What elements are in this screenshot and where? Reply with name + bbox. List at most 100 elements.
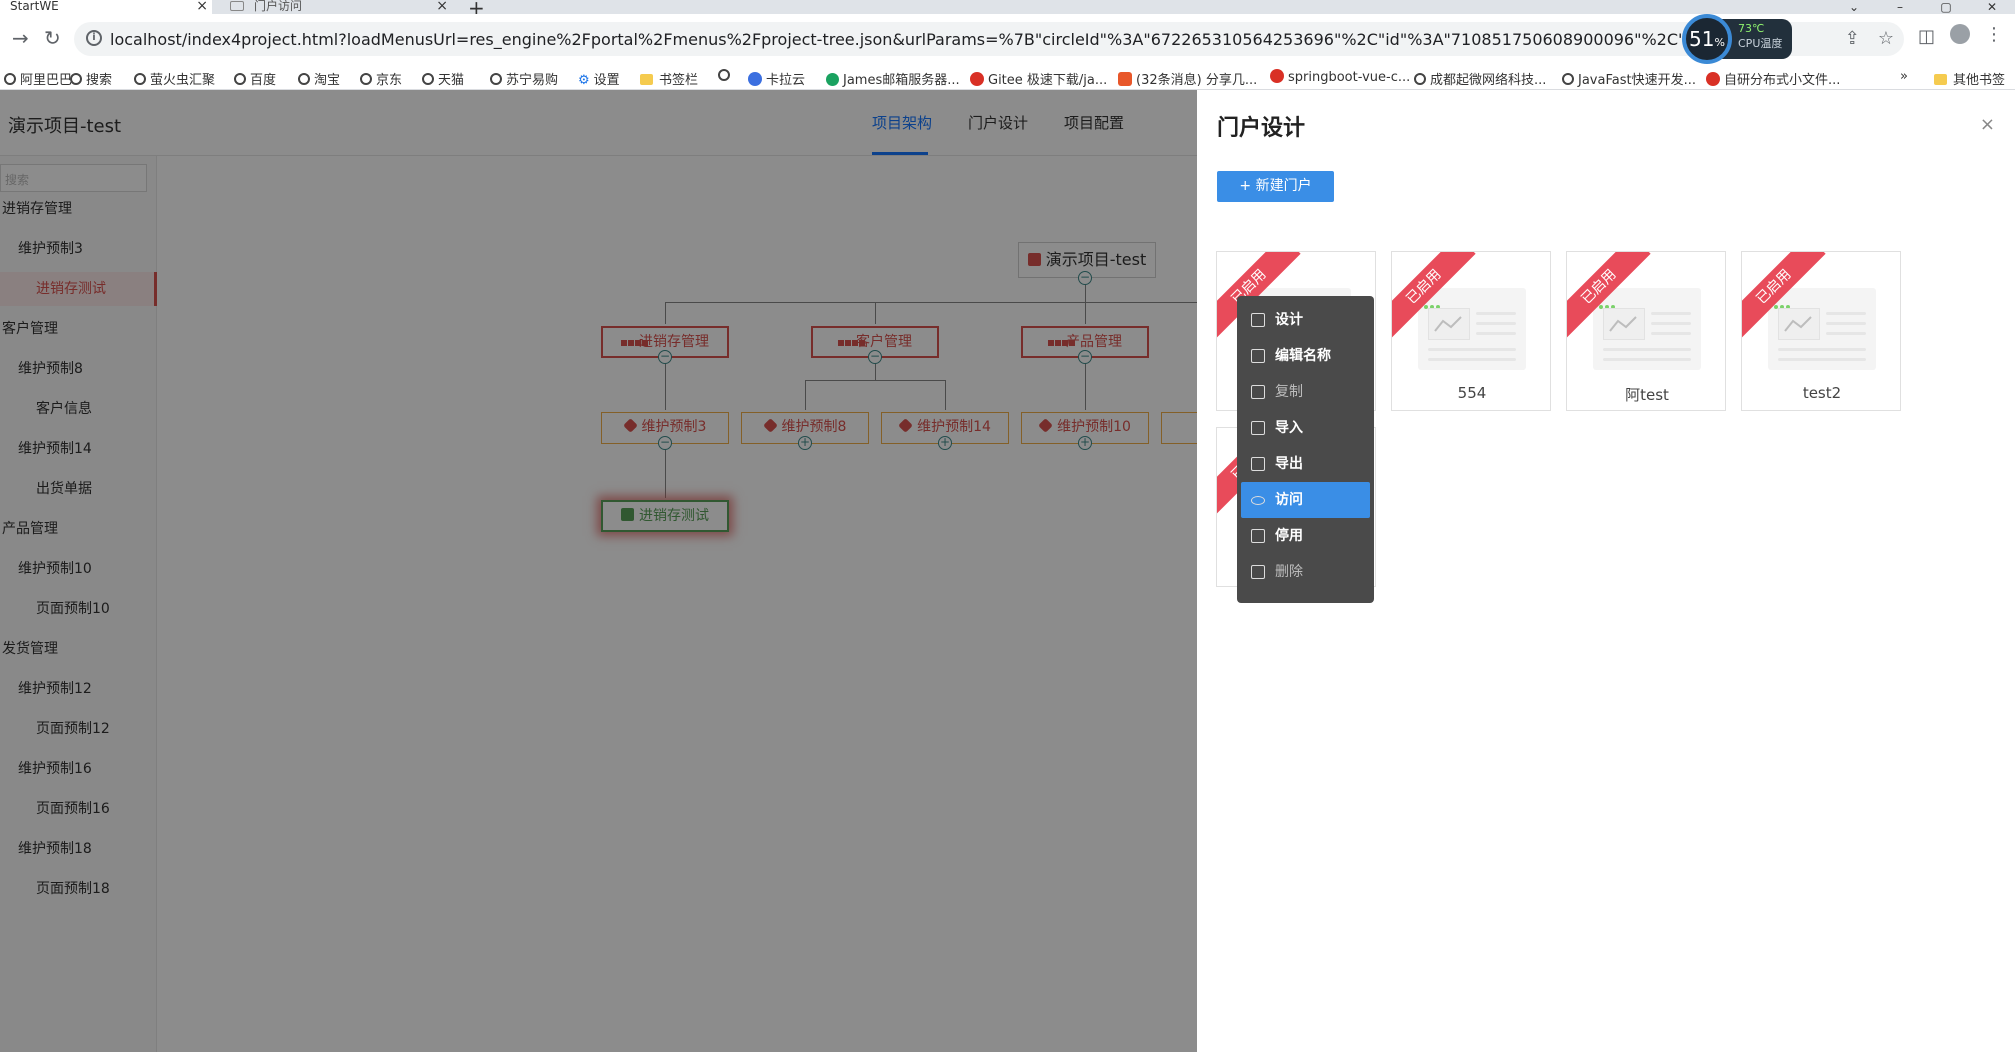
bookmark-item[interactable]: James邮箱服务器... [826, 69, 960, 88]
green-logo-icon [826, 73, 839, 86]
bookmark-item[interactable]: 卡拉云 [748, 69, 805, 88]
bookmark-item[interactable]: 京东 [360, 69, 402, 88]
import-icon [1251, 421, 1265, 435]
address-bar-actions: ⇪ ☆ [1827, 28, 1894, 49]
context-menu-item[interactable]: 编辑名称 [1241, 338, 1370, 374]
globe-icon [134, 73, 146, 85]
context-menu-label: 复制 [1275, 384, 1303, 400]
bookmark-item[interactable]: (32条消息) 分享几... [1118, 69, 1257, 88]
bookmark-item[interactable]: 百度 [234, 69, 276, 88]
minimize-icon[interactable]: ⌄ [1831, 0, 1877, 14]
bookmark-label: 百度 [250, 73, 277, 88]
globe-icon [234, 73, 246, 85]
browser-menu-icon[interactable]: ⋮ [1985, 24, 2003, 45]
url-text[interactable]: localhost/index4project.html?loadMenusUr… [110, 30, 1770, 49]
globe-icon [1414, 73, 1426, 85]
forward-icon[interactable]: → [12, 26, 29, 50]
bookmark-item[interactable]: Gitee 极速下载/ja... [970, 69, 1107, 88]
context-menu-item[interactable]: 导出 [1241, 446, 1370, 482]
bookmark-item[interactable]: 淘宝 [298, 69, 340, 88]
bookmark-label: 成都起微网络科技... [1430, 73, 1547, 88]
bookmark-item[interactable] [718, 69, 734, 84]
cpu-percent: 51 [1689, 27, 1715, 51]
bookmark-item[interactable]: 书签栏 [640, 69, 698, 88]
modal-mask[interactable] [0, 90, 1197, 1052]
bookmark-item[interactable]: 自研分布式小文件... [1706, 69, 1840, 88]
portal-card[interactable]: 已启用 554 [1391, 251, 1551, 411]
share-icon[interactable]: ⇪ [1845, 28, 1860, 49]
browser-tab[interactable]: 门户访问 × [224, 0, 452, 14]
bookmark-item[interactable]: 成都起微网络科技... [1414, 69, 1546, 88]
sidebar-panel-icon[interactable]: ◫ [1918, 26, 1935, 47]
context-menu-item[interactable]: 访问 [1241, 482, 1370, 518]
bookmark-item[interactable]: 搜索 [70, 69, 112, 88]
context-menu-item[interactable]: 复制 [1241, 374, 1370, 410]
cpu-temp-panel: 73℃ CPU温度 [1722, 19, 1792, 59]
globe-icon [4, 73, 16, 85]
cpu-temp: 73℃ [1738, 22, 1765, 35]
portal-thumbnail [1768, 288, 1876, 370]
context-menu-label: 访问 [1275, 492, 1303, 508]
bookmark-item[interactable]: JavaFast快速开发... [1562, 69, 1696, 88]
portal-card[interactable]: 已启用 阿test [1566, 251, 1726, 411]
page-favicon-icon [230, 1, 244, 11]
design-icon [1251, 313, 1265, 327]
cpu-usage-gauge: 51% [1682, 14, 1732, 64]
bookmarks-bar: 阿里巴巴 搜索 萤火虫汇聚 百度 淘宝 京东 天猫 苏宁易购 ⚙ 设置 书签栏 卡拉云 James邮箱服… [0, 64, 2015, 90]
context-menu-label: 编辑名称 [1275, 348, 1331, 364]
bookmark-item[interactable]: 天猫 [422, 69, 464, 88]
bookmark-item[interactable]: springboot-vue-c... [1270, 69, 1410, 85]
context-menu-label: 删除 [1275, 564, 1303, 580]
close-icon[interactable]: × [1980, 114, 1995, 135]
maximize-icon[interactable]: ▢ [1923, 0, 1969, 14]
folder-icon [1934, 74, 1947, 85]
tab-close-icon[interactable]: × [196, 0, 208, 13]
bookmark-item[interactable]: 萤火虫汇聚 [134, 69, 215, 88]
context-menu-item[interactable]: 删除 [1241, 554, 1370, 590]
bookmark-label: 卡拉云 [766, 73, 806, 88]
new-portal-button[interactable]: + 新建门户 [1217, 171, 1334, 202]
context-menu-item[interactable]: 导入 [1241, 410, 1370, 446]
bookmark-label: James邮箱服务器... [843, 73, 960, 88]
bookmark-label: 阿里巴巴 [20, 73, 73, 88]
profile-avatar[interactable] [1950, 24, 1970, 44]
bookmark-star-icon[interactable]: ☆ [1878, 28, 1894, 49]
bookmark-item[interactable]: ⚙ 设置 [578, 69, 620, 88]
context-menu-label: 导出 [1275, 456, 1303, 472]
context-menu-label: 导入 [1275, 420, 1303, 436]
address-bar[interactable]: i localhost/index4project.html?loadMenus… [74, 22, 1904, 56]
bookmark-item[interactable]: 阿里巴巴 [4, 69, 72, 88]
bookmark-label: 其他书签 [1953, 73, 2006, 88]
close-window-icon[interactable]: ✕ [1969, 0, 2015, 14]
globe-icon [422, 73, 434, 85]
minimize-window-icon[interactable]: – [1877, 0, 1923, 14]
bookmark-label: 书签栏 [659, 73, 699, 88]
context-menu-item[interactable]: 停用 [1241, 518, 1370, 554]
reload-icon[interactable]: ↻ [44, 26, 61, 50]
red-logo-icon [970, 72, 984, 86]
bookmark-label: springboot-vue-c... [1288, 70, 1411, 85]
tab-title: 门户访问 [254, 0, 303, 13]
blue-logo-icon [748, 72, 762, 86]
browser-tab-active[interactable]: StartWE × [0, 0, 212, 14]
red-logo-icon [1706, 72, 1720, 86]
portal-card[interactable]: 已启用 test2 [1741, 251, 1901, 411]
globe-icon [490, 73, 502, 85]
more-bookmarks-icon[interactable]: » [1900, 69, 1908, 84]
orange-logo-icon [1118, 72, 1132, 86]
other-bookmarks-folder[interactable]: 其他书签 [1934, 69, 2005, 88]
portal-name: 阿test [1625, 386, 1669, 404]
export-icon [1251, 457, 1265, 471]
bookmark-label: JavaFast快速开发... [1578, 73, 1696, 88]
bookmark-label: 搜索 [86, 73, 113, 88]
disable-icon [1251, 529, 1265, 543]
folder-icon [640, 74, 653, 85]
bookmark-item[interactable]: 苏宁易购 [490, 69, 558, 88]
tab-close-icon[interactable]: × [436, 0, 448, 13]
site-info-icon[interactable]: i [86, 30, 102, 46]
globe-icon [1562, 73, 1574, 85]
portal-name: test2 [1802, 384, 1842, 402]
portal-thumbnail [1593, 288, 1701, 370]
edit-icon [1251, 349, 1265, 363]
context-menu-item[interactable]: 设计 [1241, 302, 1370, 338]
